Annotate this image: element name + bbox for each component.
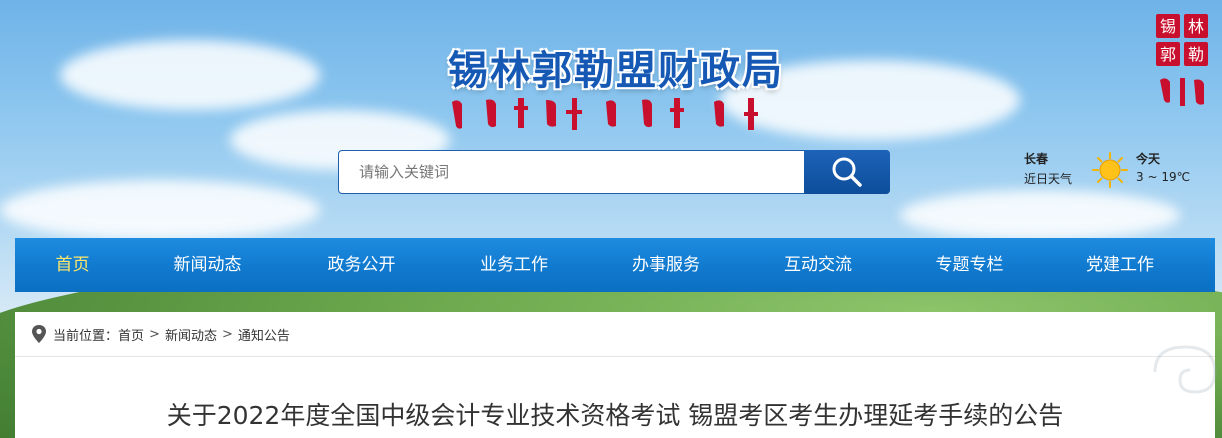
nav-item-services[interactable]: 办事服务 [590, 238, 742, 292]
nav-item-party-building[interactable]: 党建工作 [1045, 238, 1195, 292]
mongolian-script-title [452, 98, 758, 130]
logo-seal-icon: 锡 林 郭 勒 [1156, 14, 1208, 106]
breadcrumb-news[interactable]: 新闻动态 [165, 325, 217, 344]
article-title: 关于2022年度全国中级会计专业技术资格考试 锡盟考区考生办理延考手续的公告 [166, 401, 1064, 430]
breadcrumb-notices[interactable]: 通知公告 [238, 325, 290, 344]
weather-today-label: 今天 [1136, 152, 1161, 166]
nav-item-special-topics[interactable]: 专题专栏 [894, 238, 1045, 292]
search-box [338, 150, 890, 194]
content-panel: 当前位置： 首页 > 新闻动态 > 通知公告 关于2022年度全国中级会计专业技… [15, 312, 1217, 438]
weather-city: 长春 [1024, 152, 1049, 166]
nav-item-government-affairs[interactable]: 政务公开 [285, 238, 438, 292]
breadcrumb: 当前位置： 首页 > 新闻动态 > 通知公告 [15, 312, 1215, 357]
svg-text:林: 林 [1188, 17, 1204, 36]
search-button[interactable] [804, 150, 890, 194]
cloud [900, 190, 1180, 240]
svg-text:勒: 勒 [1188, 45, 1204, 64]
search-input[interactable] [339, 151, 805, 193]
nav-item-business-work[interactable]: 业务工作 [438, 238, 590, 292]
breadcrumb-home[interactable]: 首页 [118, 325, 144, 344]
svg-text:锡: 锡 [1160, 17, 1176, 36]
weather-recent-label: 近日天气 [1024, 172, 1073, 186]
breadcrumb-separator: > [149, 326, 160, 342]
cloud [0, 180, 320, 240]
weather-widget: 长春 近日天气 今天 3 ~ 19℃ [1024, 150, 1194, 190]
nav-item-home[interactable]: 首页 [15, 238, 130, 292]
nav-item-interaction[interactable]: 互动交流 [742, 238, 894, 292]
weather-temperature: 3 ~ 19℃ [1136, 170, 1191, 184]
main-nav: 首页 新闻动态 政务公开 业务工作 办事服务 互动交流 专题专栏 党建工作 [15, 238, 1215, 292]
breadcrumb-separator: > [221, 326, 233, 342]
location-pin-icon [32, 325, 46, 343]
svg-text:郭: 郭 [1160, 45, 1176, 64]
cloud [60, 40, 320, 110]
site-title: 锡林郭勒盟财政局 [448, 47, 784, 94]
search-icon [832, 157, 862, 187]
breadcrumb-prefix: 当前位置： [53, 328, 119, 344]
nav-item-news[interactable]: 新闻动态 [130, 238, 285, 292]
sun-icon [1092, 152, 1128, 188]
